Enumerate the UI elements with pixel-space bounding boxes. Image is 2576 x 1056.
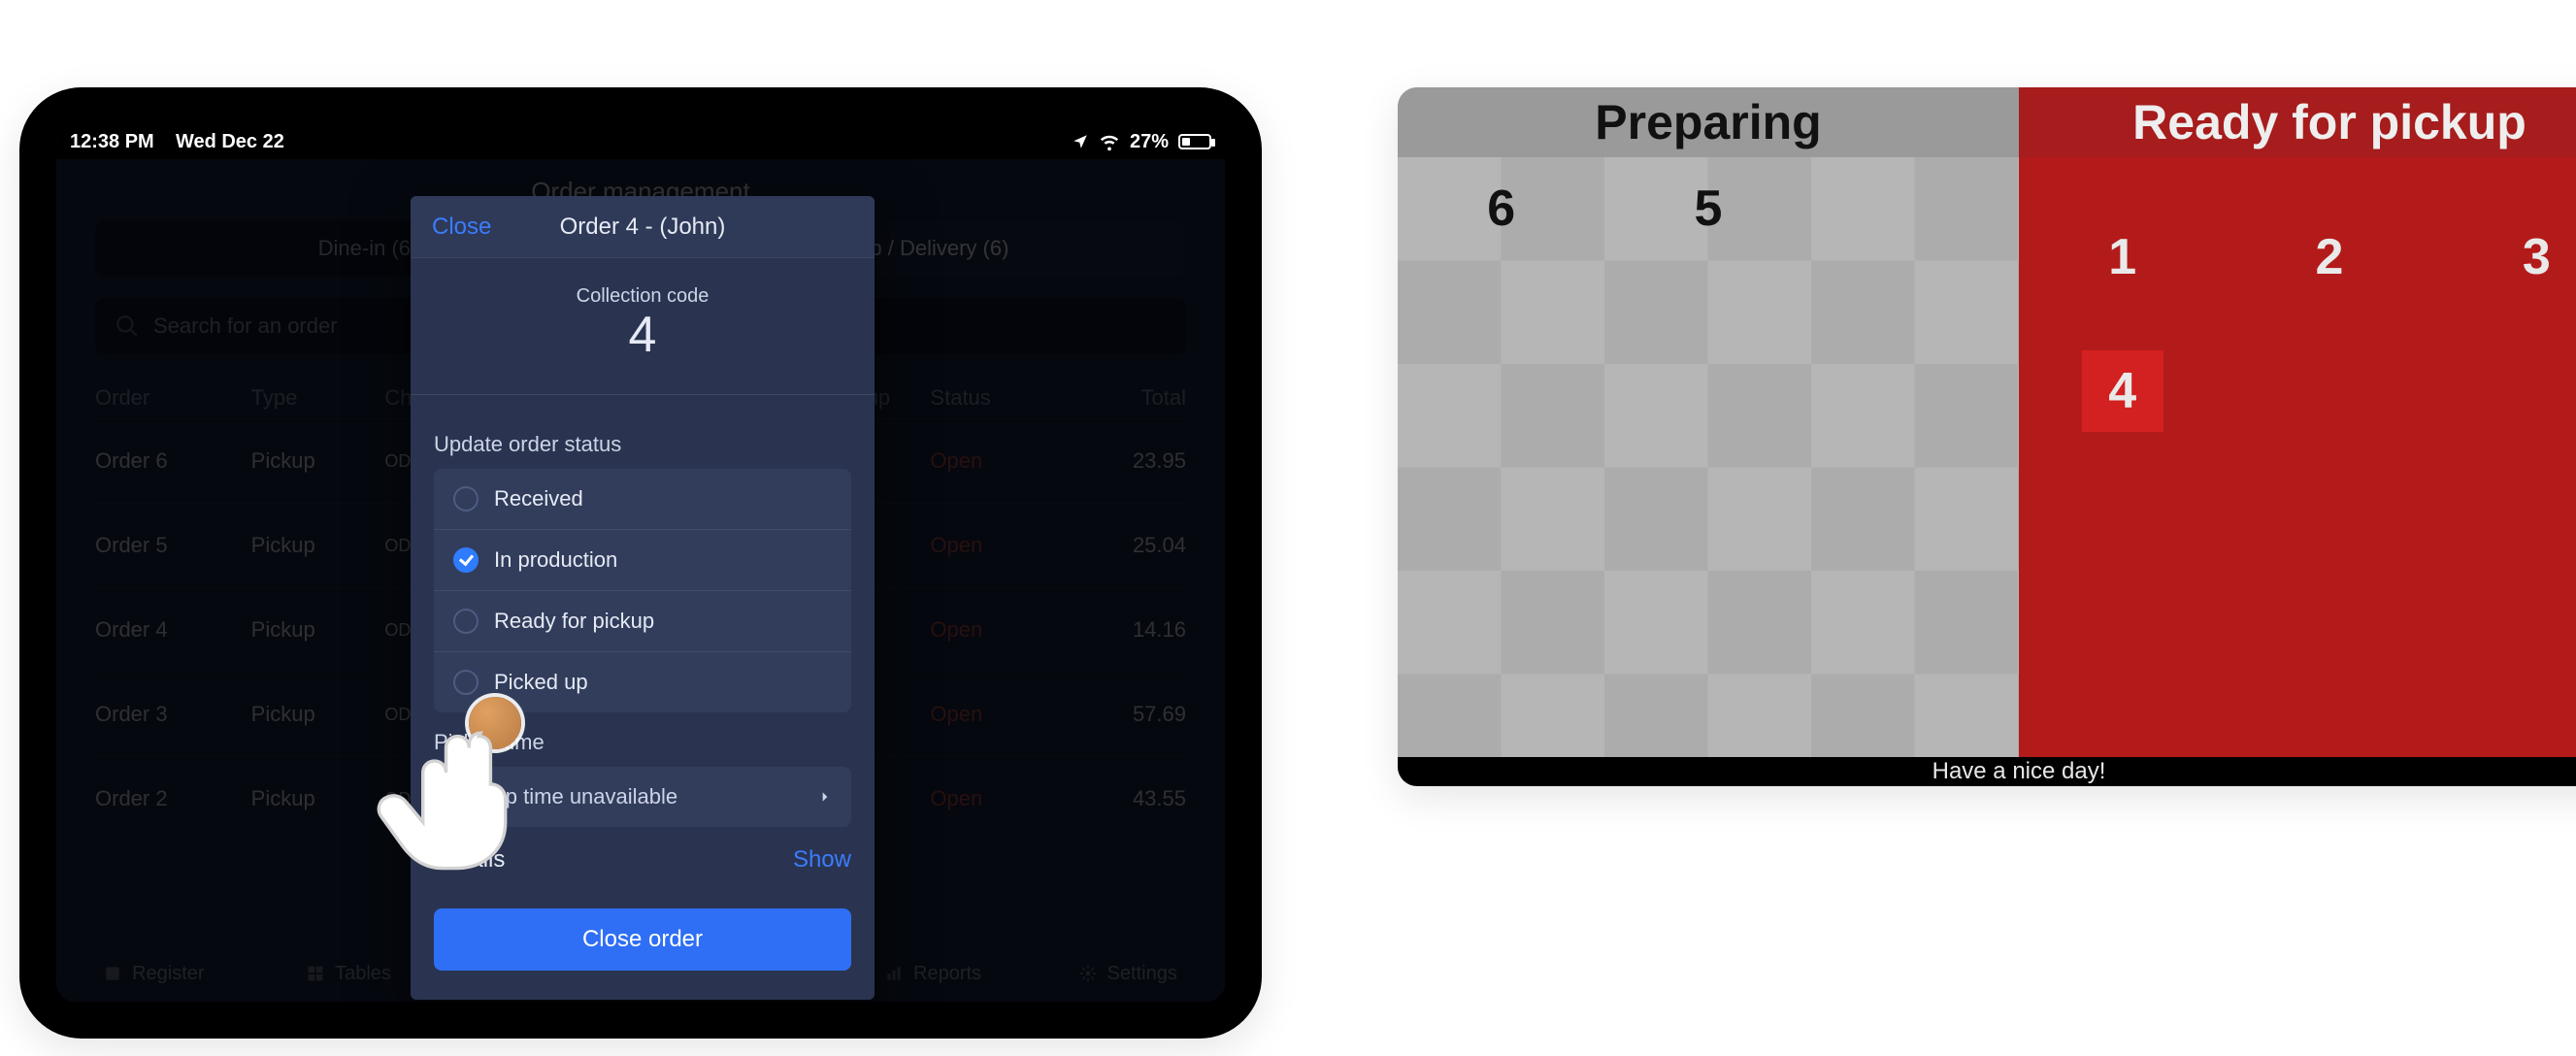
radio-icon	[453, 486, 479, 512]
wifi-icon	[1099, 131, 1120, 152]
status-label: Received	[494, 486, 583, 512]
cds-preparing-column: 6 5	[1398, 157, 2019, 759]
status-option-picked-up[interactable]: Picked up	[434, 651, 851, 712]
modal-title: Order 4 - (John)	[560, 214, 726, 241]
status-label: In production	[494, 547, 617, 573]
status-time: 12:38 PM	[70, 131, 154, 152]
cds-header: Preparing Ready for pickup	[1398, 87, 2576, 157]
close-order-button[interactable]: Close order	[434, 908, 851, 971]
cds-ready-number: 1	[2019, 206, 2226, 309]
pickup-time-value: Pickup time unavailable	[453, 784, 677, 809]
cds-header-preparing: Preparing	[1398, 87, 2019, 157]
ipad-device: 12:38 PM Wed Dec 22 27% Order management…	[19, 87, 1262, 1039]
customer-display-screen: Preparing Ready for pickup 6 5 1 2 3	[1398, 87, 2576, 786]
close-button[interactable]: Close	[432, 214, 491, 241]
status-label: Picked up	[494, 670, 588, 695]
radio-checked-icon	[453, 547, 479, 573]
cds-preparing-number: 5	[1604, 157, 1811, 260]
cds-preparing-number: 6	[1398, 157, 1604, 260]
cds-empty-cell	[2433, 309, 2576, 412]
order-status-list: Received In production Ready for pickup	[434, 469, 851, 712]
status-date: Wed Dec 22	[176, 131, 284, 152]
cds-ready-number: 2	[2226, 206, 2432, 309]
radio-icon	[453, 670, 479, 695]
cds-empty-cell	[2226, 309, 2432, 412]
status-bar: 12:38 PM Wed Dec 22 27%	[56, 124, 1225, 159]
cds-header-ready: Ready for pickup	[2019, 87, 2576, 157]
battery-percent: 27%	[1130, 131, 1169, 153]
status-option-received[interactable]: Received	[434, 469, 851, 529]
chevron-right-icon	[818, 790, 832, 804]
cds-ready-number: 3	[2433, 206, 2576, 309]
status-label: Ready for pickup	[494, 609, 654, 634]
radio-icon	[453, 609, 479, 634]
collection-code-value: 4	[434, 308, 851, 380]
details-label: Details	[434, 846, 505, 874]
ipad-screen: 12:38 PM Wed Dec 22 27% Order management…	[56, 124, 1225, 1002]
cds-ready-number-value: 4	[2108, 362, 2136, 420]
collection-code-label: Collection code	[434, 285, 851, 308]
update-status-label: Update order status	[434, 432, 851, 457]
cds-empty-cell	[1812, 157, 2019, 260]
battery-icon	[1178, 134, 1211, 149]
location-icon	[1072, 133, 1089, 150]
cds-footer-message: Have a nice day!	[1398, 757, 2576, 786]
cds-ready-number-highlighted: 4	[2019, 309, 2226, 474]
pickup-time-label: Pickup time	[434, 730, 851, 755]
order-detail-modal: Close Order 4 - (John) Collection code 4…	[411, 196, 875, 1000]
pickup-time-dropdown[interactable]: Pickup time unavailable	[434, 767, 851, 827]
status-option-in-production[interactable]: In production	[434, 529, 851, 590]
details-show-button[interactable]: Show	[793, 846, 851, 874]
cds-ready-column: 1 2 3 4	[2019, 157, 2576, 759]
status-option-ready-for-pickup[interactable]: Ready for pickup	[434, 590, 851, 651]
